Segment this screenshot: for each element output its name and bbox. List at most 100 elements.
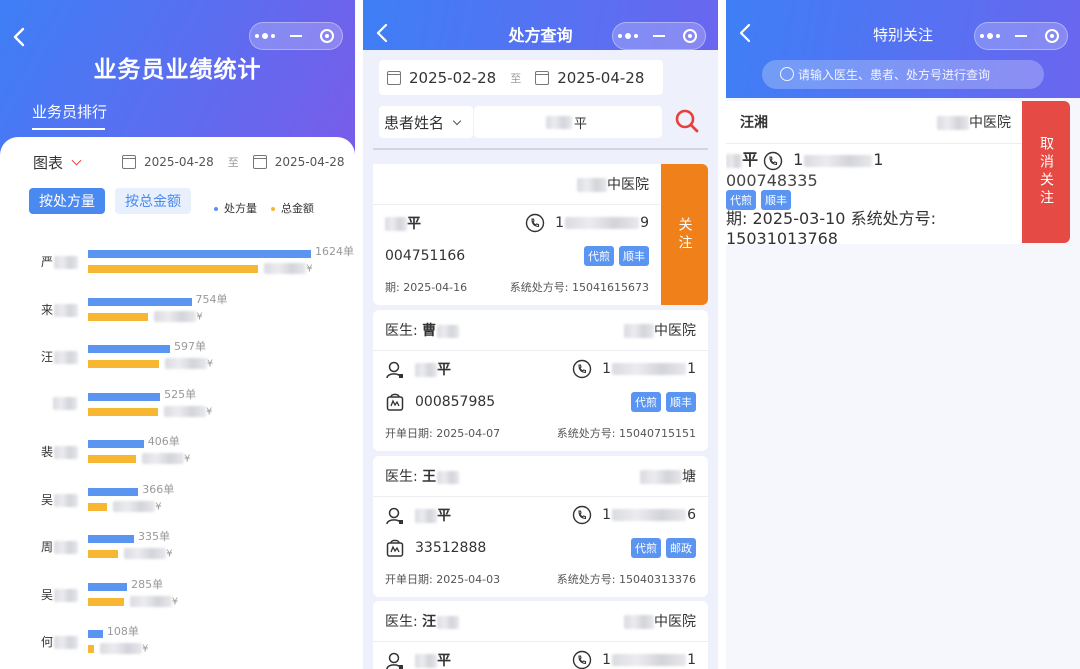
more-icon[interactable] (975, 23, 1006, 49)
phone-icon[interactable] (763, 151, 783, 171)
bar-amount (88, 312, 149, 321)
rx-number-text: 000857985 (415, 394, 496, 410)
search-input[interactable]: 平 (474, 106, 662, 138)
sys-value: 15031013768 (726, 228, 838, 248)
salesman-name: 周 (41, 538, 79, 555)
tab-salesman-ranking[interactable]: 业务员排行 (32, 101, 107, 122)
more-icon[interactable] (613, 23, 644, 49)
follow-button[interactable]: 关注 (661, 164, 708, 305)
search-icon[interactable] (674, 108, 700, 134)
date-end[interactable]: 2025-04-28 (557, 69, 644, 87)
masked-text (804, 154, 873, 167)
bar-count-label: 1624单 (315, 245, 354, 258)
search-input[interactable]: 请输入医生、患者、处方号进行查询 (762, 60, 1044, 89)
masked-text (612, 654, 687, 666)
date-label: 开单日期: (385, 427, 433, 440)
date-range-picker[interactable]: 2025-02-28 至 2025-04-28 (379, 60, 663, 95)
search-type-select[interactable]: 患者姓名 (379, 106, 473, 138)
bar-count-label: 108单 (106, 625, 139, 638)
meta-row: 期: 2025-03-10 系统处方号: 15031013768 (726, 205, 1023, 248)
salesman-name: 严 (41, 253, 79, 270)
phone-icon[interactable] (525, 213, 545, 233)
service-tag: 代煎 (584, 246, 614, 266)
phone-icon[interactable] (572, 650, 592, 669)
bar-row: 吴 366单 ¥ (0, 481, 355, 521)
masked-text (124, 548, 167, 559)
close-circle-icon[interactable] (674, 23, 705, 49)
bar-amount (88, 455, 137, 463)
sys-label: 系统处方号: (556, 573, 616, 586)
view-mode-dropdown[interactable]: 图表 (33, 152, 82, 173)
date-value: 2025-04-07 (436, 427, 501, 440)
prescription-card[interactable]: 医生: 曹中医院平 1 1 000857985 代煎 顺丰 开单日期: 2025-04-07… (373, 310, 708, 451)
tag-list: 代煎 邮政 (631, 538, 696, 558)
sys-label: 系统处方号: (556, 427, 616, 440)
bar-count (88, 250, 311, 258)
date-range[interactable]: 2025-04-28 至 2025-04-28 (122, 154, 345, 170)
phone-icon[interactable] (572, 359, 592, 379)
bar-count (88, 582, 128, 591)
minimize-icon[interactable] (281, 23, 312, 49)
phone-last: 1 (687, 361, 696, 377)
bar-count (88, 630, 103, 638)
legend-count: 处方量 (214, 200, 257, 216)
bar-count-label: 366单 (142, 482, 175, 496)
bar-count (88, 297, 192, 306)
masked-text (264, 263, 307, 274)
patient-row: 平19 (373, 207, 661, 239)
minimize-icon[interactable] (1006, 23, 1037, 49)
bar-amount (88, 597, 124, 606)
masked-text (624, 615, 654, 629)
followed-prescription-card[interactable]: 汪湘 中医院 平 11 000748335 代煎 顺丰 期: 2025-03-10… (726, 101, 1023, 248)
legend-amount: 总金额 (271, 200, 314, 216)
bar-count (88, 345, 170, 353)
sort-by-amount-button[interactable]: 按总金额 (115, 188, 191, 214)
sys-value: 15040715151 (619, 427, 696, 440)
medicine-bag-icon (385, 538, 405, 558)
hospital: 中医院 (624, 611, 696, 631)
rx-row: 000857985 代煎 顺丰 (373, 385, 708, 419)
phone-first: 1 (602, 361, 612, 377)
date-end[interactable]: 2025-04-28 (275, 155, 345, 169)
close-circle-icon[interactable] (1036, 23, 1067, 49)
amount-unit: ¥ (184, 453, 191, 465)
bar-count-label: 597单 (173, 340, 206, 353)
salesman-name: 何 (41, 633, 79, 650)
prescription-card[interactable]: 医生: 汪中医院平 1 1 (373, 601, 708, 669)
prescription-card[interactable]: 医生: 王塘平 1 6 33512888 代煎 邮政 开单日期: 2025-04-03 系统处… (373, 456, 708, 597)
legend-amount-label: 总金额 (281, 202, 314, 215)
rx-row: 33512888 代煎 邮政 (373, 531, 708, 565)
minimize-icon[interactable] (644, 23, 675, 49)
date-start[interactable]: 2025-04-28 (144, 155, 214, 169)
more-icon[interactable] (250, 23, 281, 49)
bar-amount-label: ¥ (129, 595, 178, 607)
service-tag: 顺丰 (666, 392, 696, 412)
search-type-value: 患者姓名 (384, 113, 445, 132)
amount-unit: ¥ (206, 406, 213, 417)
salesman-name: 吴 (41, 586, 79, 603)
date-start[interactable]: 2025-02-28 (409, 69, 496, 87)
unfollow-button[interactable]: 取消关注 (1022, 101, 1070, 243)
doctor-label: 医生: (385, 614, 418, 630)
hospital-name: 中医院 (654, 614, 696, 630)
rx-number-text: 004751166 (385, 248, 466, 264)
bar-amount-label: ¥ (113, 500, 162, 512)
medicine-bag-icon (385, 392, 405, 412)
prescription-card[interactable]: 中医院平 1 9 004751166 代煎 顺丰 期: 2025-04-16 系统处方号: 1… (373, 164, 661, 305)
amount-unit: ¥ (142, 643, 149, 655)
patient-name: 平 (726, 150, 758, 169)
tag-list: 代煎 顺丰 (584, 246, 649, 266)
bar-amount (88, 550, 119, 558)
sys-label: 系统处方号: (850, 208, 936, 228)
phone-icon[interactable] (572, 505, 592, 525)
masked-text (385, 217, 407, 231)
search-value: 平 (574, 116, 588, 132)
bar-amount (88, 265, 259, 273)
sort-by-count-button[interactable]: 按处方量 (29, 188, 105, 214)
salesman-name: 来 (41, 301, 79, 318)
back-icon[interactable] (10, 26, 30, 48)
chevron-down-icon (452, 116, 462, 125)
view-mode-label: 图表 (33, 154, 64, 172)
close-circle-icon[interactable] (311, 23, 342, 49)
masked-text (164, 358, 207, 369)
